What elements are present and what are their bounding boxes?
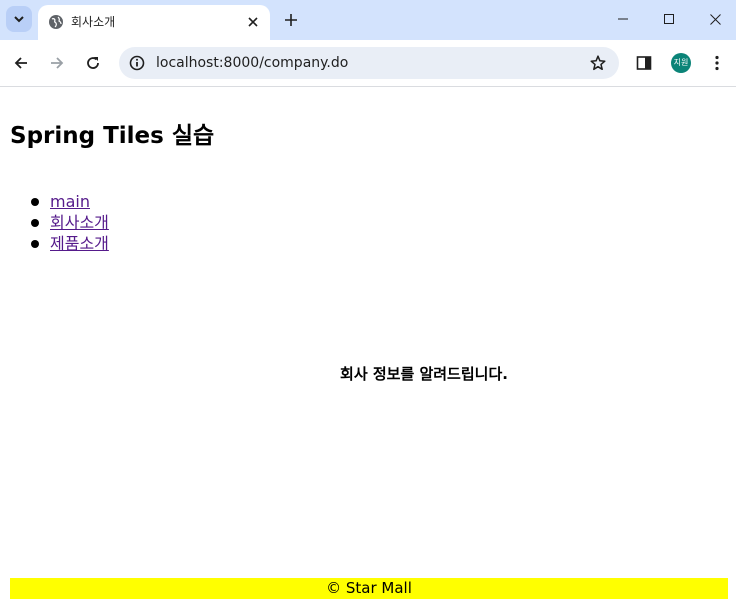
page-title: Spring Tiles 실습	[10, 123, 215, 149]
arrow-right-icon	[51, 57, 64, 69]
more-vertical-icon	[715, 55, 719, 71]
maximize-button[interactable]	[646, 0, 692, 38]
menu-link-company[interactable]: 회사소개	[50, 213, 109, 232]
active-tab[interactable]: 회사소개	[38, 5, 270, 40]
menu-link-main[interactable]: main	[50, 192, 90, 211]
plus-icon	[285, 14, 297, 26]
list-item: 제품소개	[10, 233, 109, 254]
tab-strip: 회사소개	[0, 0, 736, 40]
address-bar[interactable]: localhost:8000/company.do	[119, 47, 619, 79]
profile-avatar[interactable]: 지원	[671, 53, 691, 73]
minimize-icon	[618, 18, 628, 20]
browser-toolbar: localhost:8000/company.do 지원	[0, 40, 736, 87]
tab-title: 회사소개	[71, 15, 116, 29]
maximize-icon	[664, 14, 674, 24]
info-icon	[129, 55, 145, 71]
footer: © Star Mall	[10, 578, 728, 599]
browser-menu-button[interactable]	[708, 53, 726, 73]
list-item: 회사소개	[10, 212, 109, 233]
list-item: main	[10, 191, 109, 212]
close-icon	[248, 17, 258, 27]
reload-button[interactable]	[81, 51, 105, 75]
back-button[interactable]	[9, 51, 33, 75]
body-content: 회사 정보를 알려드립니다.	[340, 365, 508, 383]
globe-icon	[49, 15, 63, 29]
tab-close-button[interactable]	[244, 13, 262, 31]
reload-icon	[87, 57, 99, 69]
chevron-down-icon	[14, 16, 24, 23]
menu-link-products[interactable]: 제품소개	[50, 234, 109, 253]
forward-button[interactable]	[45, 51, 69, 75]
window-close-button[interactable]	[692, 0, 736, 38]
tab-search-button[interactable]	[6, 6, 32, 32]
nav-menu: main 회사소개 제품소개	[10, 191, 109, 254]
url-text[interactable]: localhost:8000/company.do	[156, 55, 348, 71]
close-icon	[709, 13, 721, 25]
side-panel-icon	[636, 56, 652, 70]
site-info-button[interactable]	[125, 51, 149, 75]
page-viewport: Spring Tiles 실습 main 회사소개 제품소개 회사 정보를 알려…	[0, 87, 736, 611]
minimize-button[interactable]	[600, 0, 646, 38]
star-icon	[590, 55, 606, 71]
bookmark-button[interactable]	[589, 54, 607, 72]
new-tab-button[interactable]	[280, 9, 302, 31]
arrow-left-icon	[14, 57, 27, 69]
side-panel-button[interactable]	[634, 53, 654, 73]
